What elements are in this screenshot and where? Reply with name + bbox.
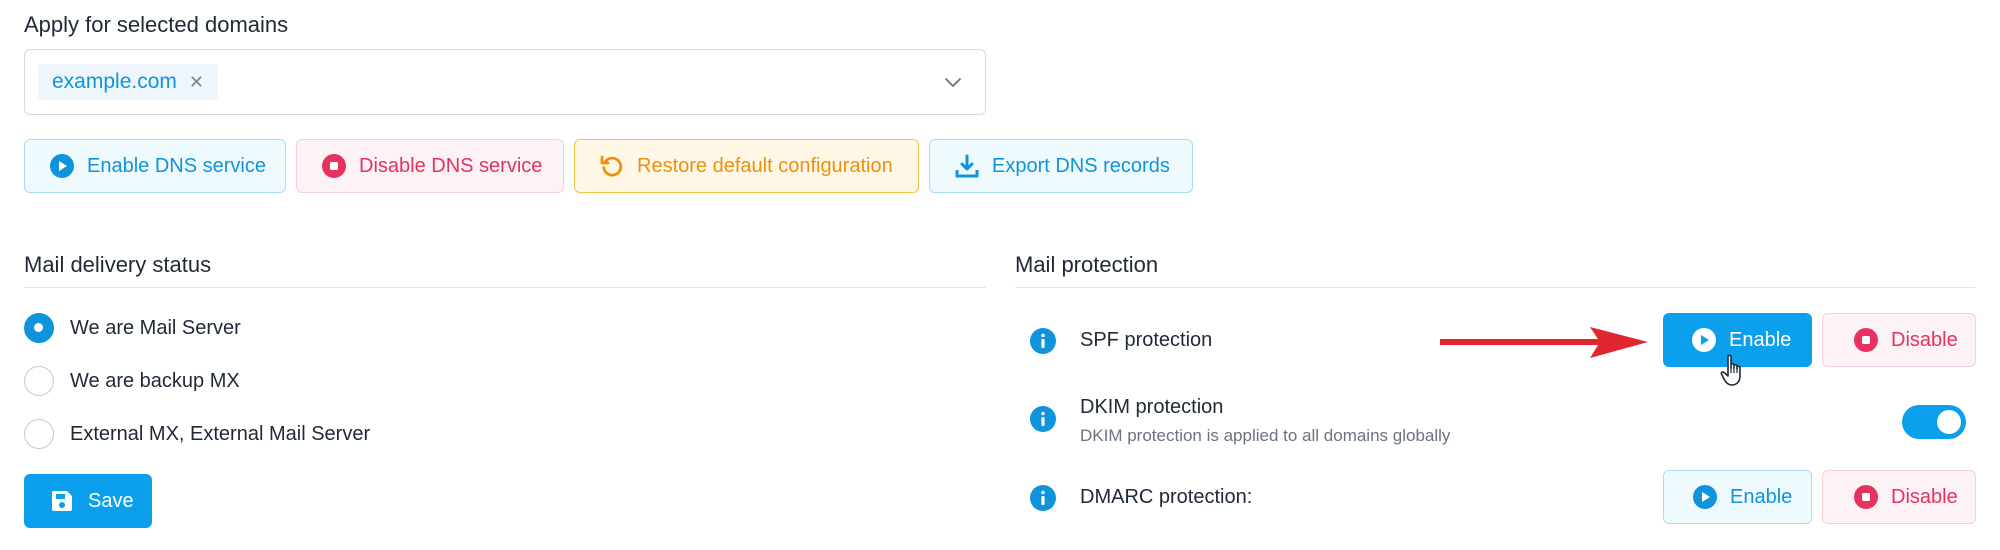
enable-dns-label: Enable DNS service — [87, 154, 266, 177]
delivery-title: Mail delivery status — [24, 252, 212, 277]
dmarc-label: DMARC protection: — [1080, 486, 1253, 508]
remove-tag-icon[interactable]: ✕ — [189, 73, 204, 91]
protection-title: Mail protection — [1015, 252, 1159, 277]
dkim-note: DKIM protection is applied to all domain… — [1080, 426, 1451, 445]
delivery-divider — [24, 287, 986, 288]
domains-title: Apply for selected domains — [24, 12, 289, 37]
radio-label: External MX, External Mail Server — [70, 422, 371, 445]
dmarc-disable-label: Disable — [1891, 485, 1958, 508]
spf-enable-label: Enable — [1729, 328, 1792, 351]
save-label: Save — [88, 489, 134, 512]
restore-icon — [600, 155, 623, 177]
hand-cursor-icon — [1720, 354, 1741, 386]
floppy-disk-icon — [51, 491, 72, 511]
domain-tag: example.com ✕ — [38, 64, 218, 100]
disable-dns-button[interactable]: Disable DNS service — [296, 139, 564, 193]
export-dns-button[interactable]: Export DNS records — [929, 139, 1193, 193]
domain-select[interactable]: example.com ✕ — [24, 49, 986, 115]
stop-circle-icon — [1854, 328, 1878, 352]
dmarc-enable-label: Enable — [1730, 485, 1793, 508]
stop-circle-icon — [1854, 485, 1878, 509]
toggle-knob — [1937, 410, 1961, 434]
radio-external-mx[interactable]: External MX, External Mail Server — [24, 419, 370, 449]
export-dns-label: Export DNS records — [992, 154, 1170, 177]
radio-backup-mx[interactable]: We are backup MX — [24, 366, 240, 396]
radio-button[interactable] — [24, 419, 54, 449]
radio-mail-server[interactable]: We are Mail Server — [24, 313, 241, 343]
dkim-toggle[interactable] — [1902, 405, 1966, 439]
enable-dns-button[interactable]: Enable DNS service — [24, 139, 286, 193]
red-arrow-annotation — [1440, 327, 1648, 358]
restore-default-button[interactable]: Restore default configuration — [574, 139, 919, 193]
restore-default-label: Restore default configuration — [637, 154, 893, 177]
save-button[interactable]: Save — [24, 474, 152, 528]
domain-tag-label: example.com — [52, 70, 177, 93]
spf-disable-label: Disable — [1891, 328, 1958, 351]
radio-button-checked[interactable] — [24, 313, 54, 343]
dmarc-enable-button[interactable]: Enable — [1663, 470, 1812, 524]
play-circle-icon — [50, 154, 74, 178]
spf-disable-button[interactable]: Disable — [1822, 313, 1976, 367]
radio-label: We are backup MX — [70, 369, 240, 392]
info-icon[interactable] — [1029, 484, 1057, 512]
spf-label: SPF protection — [1080, 329, 1213, 351]
protection-divider — [1015, 287, 1975, 288]
download-icon — [955, 154, 979, 178]
chevron-down-icon[interactable] — [943, 72, 963, 92]
radio-button[interactable] — [24, 366, 54, 396]
stop-circle-icon — [322, 154, 346, 178]
play-circle-icon — [1692, 328, 1716, 352]
info-icon[interactable] — [1029, 405, 1057, 433]
dkim-label: DKIM protection — [1080, 396, 1224, 418]
dmarc-disable-button[interactable]: Disable — [1822, 470, 1976, 524]
disable-dns-label: Disable DNS service — [359, 154, 543, 177]
play-circle-icon — [1693, 485, 1717, 509]
info-icon[interactable] — [1029, 327, 1057, 355]
radio-label: We are Mail Server — [70, 316, 241, 339]
